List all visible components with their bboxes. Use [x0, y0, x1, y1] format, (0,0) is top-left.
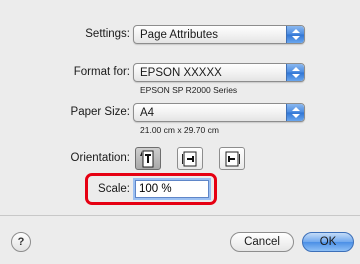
popup-arrows-icon — [286, 64, 304, 81]
help-button[interactable]: ? — [11, 232, 31, 252]
settings-value: Page Attributes — [140, 28, 218, 41]
help-icon: ? — [17, 236, 25, 248]
settings-label: Settings: — [85, 28, 130, 40]
cancel-button[interactable]: Cancel — [230, 232, 294, 252]
printer-model-text: EPSON SP R2000 Series — [140, 85, 238, 95]
format-for-popup[interactable]: EPSON XXXXX — [133, 63, 305, 82]
divider — [0, 215, 360, 216]
scale-label: Scale: — [98, 183, 130, 195]
orientation-label: Orientation: — [70, 152, 130, 164]
format-for-label: Format for: — [73, 66, 130, 78]
popup-arrows-icon — [286, 26, 304, 43]
paper-dimensions-text: 21.00 cm x 29.70 cm — [140, 125, 219, 135]
popup-arrows-icon — [286, 104, 304, 121]
paper-size-value: A4 — [140, 106, 155, 119]
landscape-right-icon — [225, 151, 240, 166]
orientation-landscape-right-button[interactable] — [219, 147, 245, 170]
cancel-button-label: Cancel — [244, 236, 280, 248]
landscape-left-icon — [182, 151, 197, 166]
settings-popup[interactable]: Page Attributes — [133, 25, 305, 44]
orientation-landscape-left-button[interactable] — [177, 147, 203, 170]
scale-input[interactable] — [135, 180, 209, 198]
portrait-icon — [140, 150, 154, 167]
ok-button-label: OK — [319, 236, 337, 248]
paper-size-popup[interactable]: A4 — [133, 103, 305, 122]
ok-button[interactable]: OK — [302, 232, 354, 252]
paper-size-label: Paper Size: — [70, 106, 130, 118]
format-for-value: EPSON XXXXX — [140, 66, 222, 79]
orientation-portrait-button[interactable] — [135, 147, 161, 170]
